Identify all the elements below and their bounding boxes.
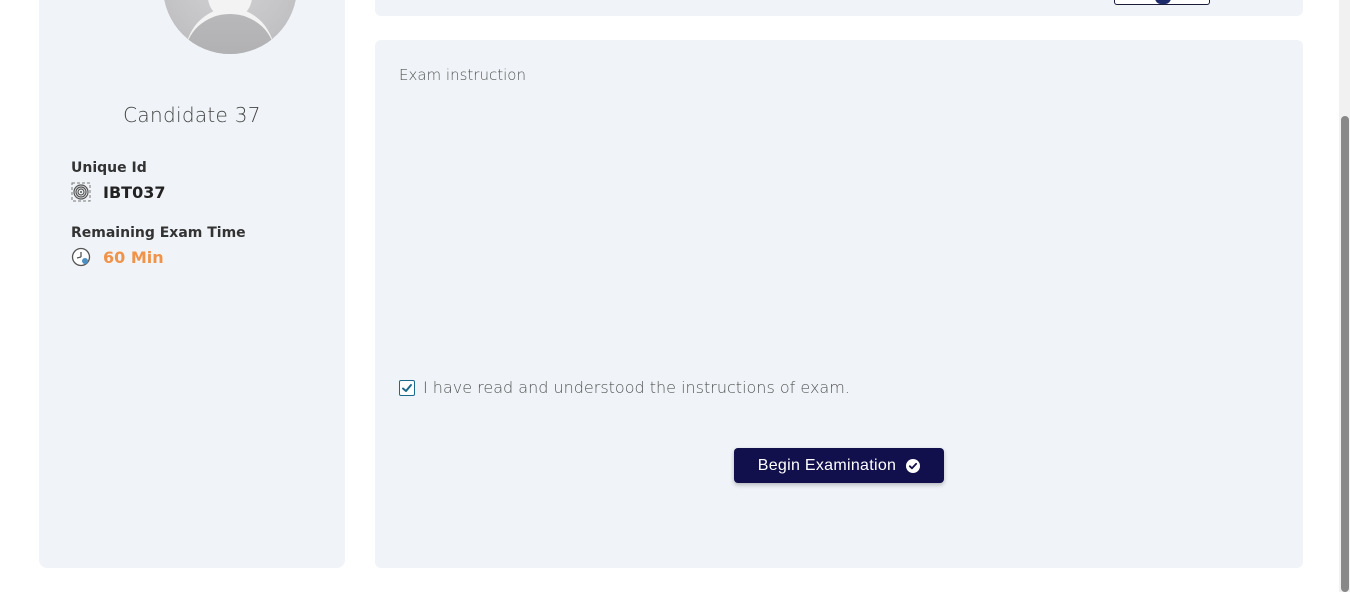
- unique-id-row: IBT037: [71, 181, 165, 203]
- remaining-time-value: 60 Min: [103, 247, 164, 267]
- instructions-card: Exam instruction I have read and underst…: [375, 40, 1303, 568]
- acknowledgement-checkbox[interactable]: [399, 379, 415, 396]
- exam-start-page: Candidate 37 Unique Id IBT037 Remaining …: [0, 0, 1350, 592]
- header-badge: [1114, 0, 1210, 5]
- remaining-time-row: 60 Min: [71, 246, 164, 268]
- instructions-title: Exam instruction: [399, 66, 526, 84]
- acknowledgement-row[interactable]: I have read and understood the instructi…: [399, 378, 850, 397]
- badge-indicator: [1155, 0, 1171, 4]
- candidate-card: Candidate 37 Unique Id IBT037 Remaining …: [39, 0, 345, 568]
- check-circle-icon: [906, 458, 921, 473]
- checkmark-icon: [402, 383, 412, 392]
- header-card: [375, 0, 1303, 16]
- scrollbar-thumb[interactable]: [1341, 116, 1349, 592]
- unique-id-value: IBT037: [103, 182, 166, 202]
- fingerprint-icon: [71, 182, 91, 202]
- avatar-body: [185, 8, 275, 54]
- begin-examination-label: Begin Examination: [757, 456, 897, 474]
- candidate-name: Candidate 37: [123, 103, 261, 127]
- acknowledgement-text: I have read and understood the instructi…: [423, 378, 850, 397]
- begin-examination-button[interactable]: Begin Examination: [734, 448, 944, 483]
- remaining-time-label: Remaining Exam Time: [71, 225, 246, 241]
- avatar: [163, 0, 297, 54]
- clock-icon: [71, 247, 91, 267]
- unique-id-label: Unique Id: [71, 160, 147, 176]
